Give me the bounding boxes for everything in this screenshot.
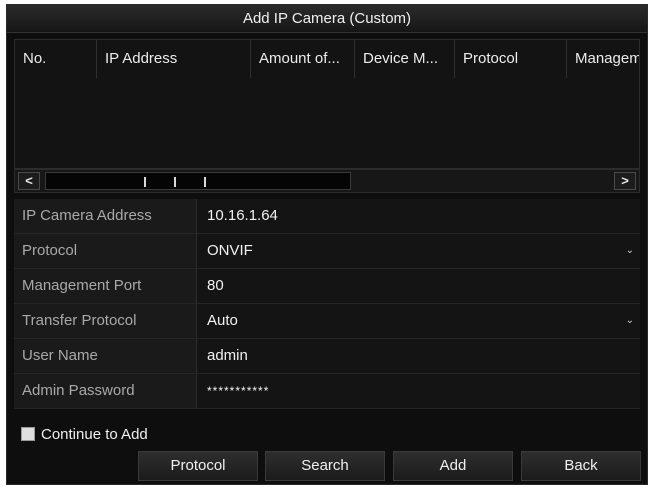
scroll-left-icon[interactable]: < bbox=[18, 172, 40, 190]
scroll-right-icon[interactable]: > bbox=[614, 172, 636, 190]
transfer-protocol-select[interactable]: Auto ⌄ bbox=[197, 304, 640, 338]
column-header-device-model[interactable]: Device M... bbox=[355, 40, 455, 78]
user-name-input[interactable]: admin bbox=[197, 339, 640, 373]
management-port-label: Management Port bbox=[14, 269, 197, 303]
transfer-protocol-label: Transfer Protocol bbox=[14, 304, 197, 338]
grip-icon bbox=[174, 177, 176, 187]
continue-to-add-label: Continue to Add bbox=[41, 425, 148, 443]
protocol-button[interactable]: Protocol bbox=[138, 451, 258, 481]
camera-table: No. IP Address Amount of... Device M... … bbox=[14, 39, 640, 169]
continue-to-add-toggle[interactable]: Continue to Add bbox=[21, 425, 148, 443]
table-body[interactable] bbox=[15, 78, 639, 168]
horizontal-scrollbar[interactable]: < > bbox=[14, 169, 640, 193]
search-button[interactable]: Search bbox=[265, 451, 385, 481]
column-header-no[interactable]: No. bbox=[15, 40, 97, 78]
add-ip-camera-dialog: Add IP Camera (Custom) No. IP Address Am… bbox=[6, 4, 648, 485]
row-transfer-protocol: Transfer Protocol Auto ⌄ bbox=[14, 304, 640, 339]
column-header-management[interactable]: Managem bbox=[567, 40, 639, 78]
ip-camera-address-label: IP Camera Address bbox=[14, 199, 197, 233]
column-header-ip-address[interactable]: IP Address bbox=[97, 40, 251, 78]
admin-password-label: Admin Password bbox=[14, 374, 197, 408]
column-header-protocol[interactable]: Protocol bbox=[455, 40, 567, 78]
back-button[interactable]: Back bbox=[521, 451, 641, 481]
scrollbar-thumb[interactable] bbox=[45, 172, 351, 190]
grip-icon bbox=[204, 177, 206, 187]
column-header-amount[interactable]: Amount of... bbox=[251, 40, 355, 78]
grip-icon bbox=[144, 177, 146, 187]
chevron-down-icon: ⌄ bbox=[625, 315, 634, 326]
protocol-value: ONVIF bbox=[207, 242, 253, 259]
protocol-label: Protocol bbox=[14, 234, 197, 268]
add-button[interactable]: Add bbox=[393, 451, 513, 481]
protocol-select[interactable]: ONVIF ⌄ bbox=[197, 234, 640, 268]
user-name-label: User Name bbox=[14, 339, 197, 373]
dialog-title: Add IP Camera (Custom) bbox=[7, 5, 647, 33]
admin-password-input[interactable]: *********** bbox=[197, 374, 640, 408]
management-port-input[interactable]: 80 bbox=[197, 269, 640, 303]
chevron-down-icon: ⌄ bbox=[625, 245, 634, 256]
table-header: No. IP Address Amount of... Device M... … bbox=[15, 40, 639, 78]
row-user-name: User Name admin bbox=[14, 339, 640, 374]
row-protocol: Protocol ONVIF ⌄ bbox=[14, 234, 640, 269]
transfer-protocol-value: Auto bbox=[207, 312, 238, 329]
camera-form: IP Camera Address 10.16.1.64 Protocol ON… bbox=[14, 199, 640, 409]
row-management-port: Management Port 80 bbox=[14, 269, 640, 304]
ip-camera-address-input[interactable]: 10.16.1.64 bbox=[197, 199, 640, 233]
continue-to-add-checkbox[interactable] bbox=[21, 427, 35, 441]
row-admin-password: Admin Password *********** bbox=[14, 374, 640, 409]
row-ip-camera-address: IP Camera Address 10.16.1.64 bbox=[14, 199, 640, 234]
